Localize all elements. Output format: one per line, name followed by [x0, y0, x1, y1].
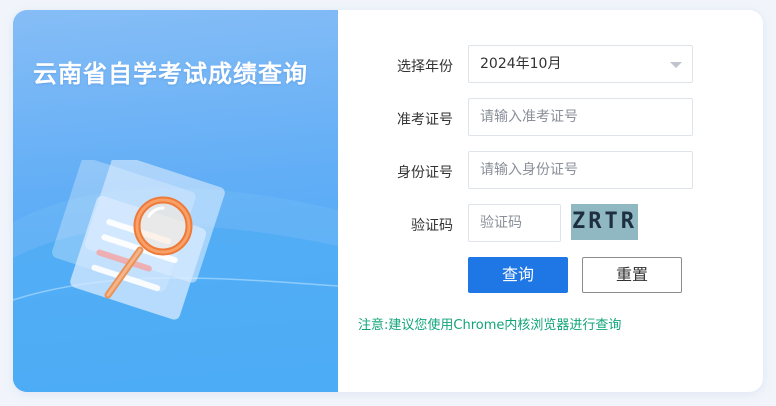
browser-notice: 注意:建议您使用Chrome内核浏览器进行查询: [358, 318, 622, 333]
query-button[interactable]: 查询: [468, 257, 568, 293]
exam-no-label: 准考证号: [397, 112, 453, 128]
year-label: 选择年份: [397, 59, 453, 75]
banner-panel: 云南省自学考试成绩查询: [13, 10, 338, 392]
id-no-label: 身份证号: [397, 165, 453, 181]
captcha-image[interactable]: ZRTR: [571, 204, 638, 240]
year-select-value: 2024年10月: [480, 56, 562, 72]
chevron-down-icon: [670, 62, 682, 68]
id-no-input[interactable]: [468, 151, 693, 189]
captcha-label: 验证码: [411, 218, 453, 234]
exam-no-input[interactable]: [468, 98, 693, 136]
page-title: 云南省自学考试成绩查询: [33, 60, 308, 88]
captcha-input[interactable]: [468, 204, 561, 242]
reset-button[interactable]: 重置: [582, 257, 682, 293]
year-select[interactable]: 2024年10月: [468, 45, 693, 83]
magnifier-illustration: [13, 160, 338, 392]
